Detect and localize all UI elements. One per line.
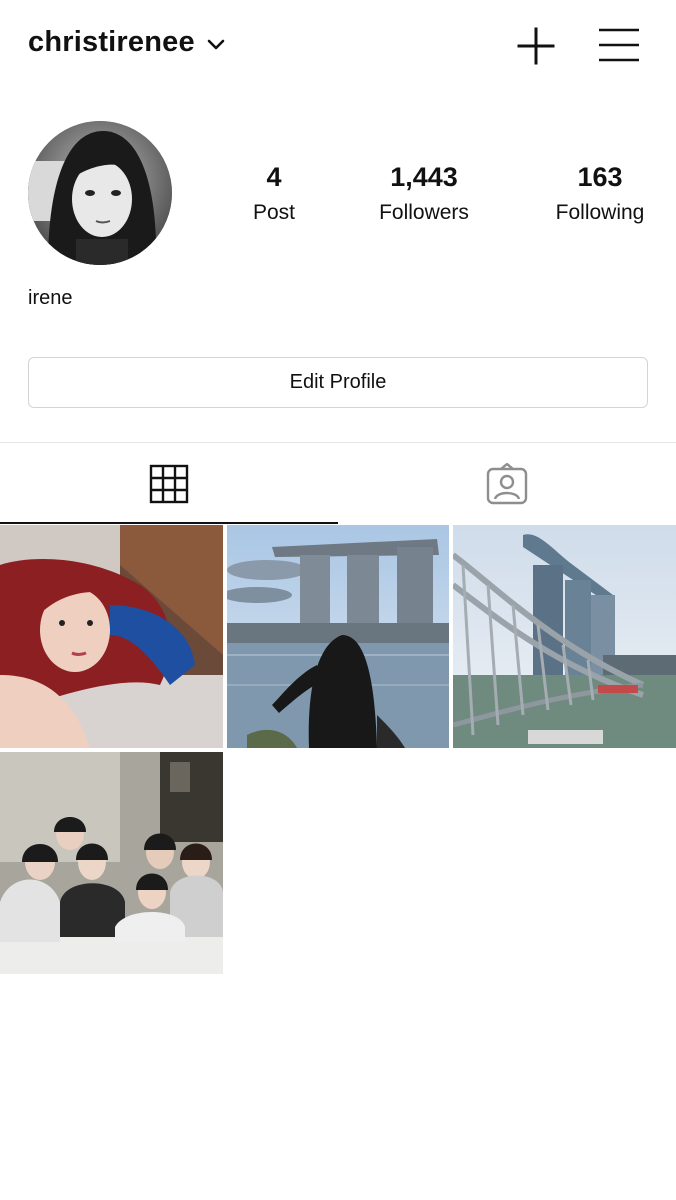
following-count[interactable]: 163 Following — [545, 160, 655, 228]
tab-grid[interactable] — [0, 443, 338, 525]
plus-icon — [517, 27, 555, 65]
followers-count-label: Followers — [379, 201, 469, 224]
post-thumbnail[interactable] — [0, 525, 223, 748]
tagged-person-icon — [486, 463, 528, 505]
following-count-value: 163 — [577, 162, 623, 192]
display-name: irene — [28, 287, 73, 309]
edit-profile-button[interactable]: Edit Profile — [28, 357, 648, 408]
active-tab-indicator — [0, 522, 338, 524]
followers-count[interactable]: 1,443 Followers — [366, 160, 482, 228]
followers-count-value: 1,443 — [390, 162, 458, 192]
new-post-button[interactable] — [516, 26, 556, 66]
account-switcher[interactable]: christirenee — [28, 26, 225, 59]
top-bar: christirenee — [0, 0, 676, 90]
username-label: christirenee — [28, 26, 195, 58]
tab-tagged[interactable] — [338, 443, 676, 525]
grid-icon — [149, 464, 189, 504]
post-thumbnail[interactable] — [227, 525, 449, 748]
posts-count[interactable]: 4 Post — [234, 160, 314, 228]
following-count-label: Following — [555, 201, 645, 224]
menu-button[interactable] — [597, 26, 641, 66]
chevron-down-icon — [207, 26, 225, 59]
posts-count-value: 4 — [266, 162, 282, 192]
hamburger-menu-icon — [599, 28, 639, 62]
posts-count-label: Post — [252, 201, 296, 224]
post-thumbnail[interactable] — [0, 752, 223, 974]
post-thumbnail[interactable] — [453, 525, 676, 748]
profile-avatar[interactable] — [28, 121, 172, 265]
